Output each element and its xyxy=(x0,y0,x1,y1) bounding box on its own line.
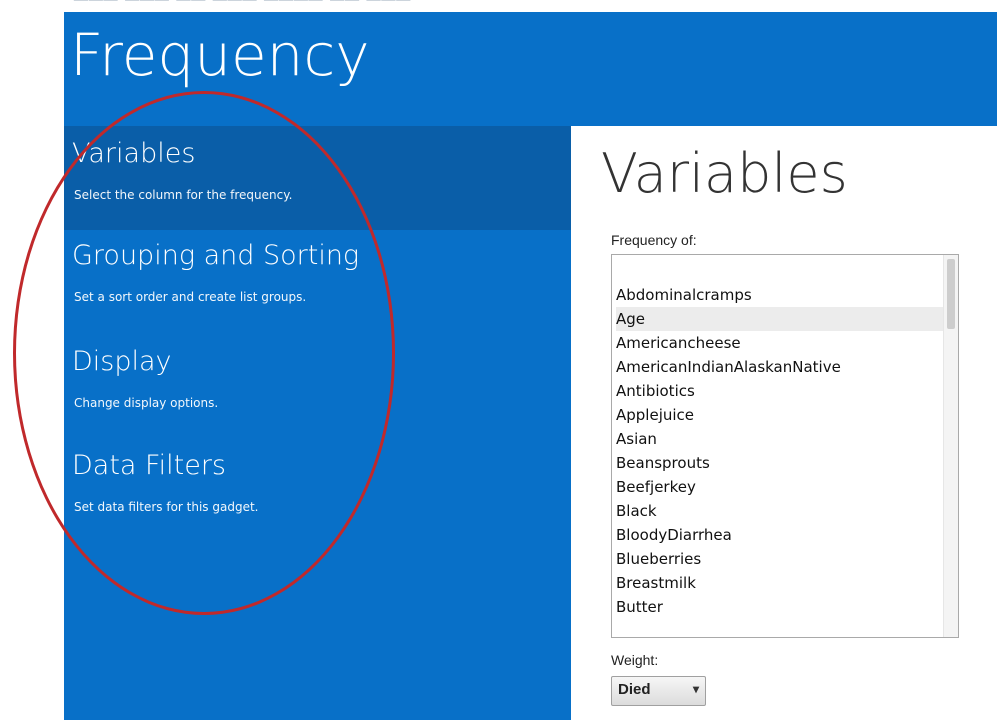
sidebar-item-description: Set data filters for this gadget. xyxy=(74,500,259,514)
list-item[interactable]: Black xyxy=(616,499,958,523)
list-item[interactable]: Blueberries xyxy=(616,547,958,571)
sidebar-item-data-filters[interactable]: Data Filters Set data filters for this g… xyxy=(64,440,571,546)
sidebar-item-title: Variables xyxy=(72,138,196,169)
list-item[interactable]: Butter xyxy=(616,595,958,619)
title-strip-text: ▀▀▀ ▀▀▀ ▀▀ ▀▀▀ ▀▀▀▀ ▀▀ ▀▀▀ xyxy=(74,0,412,12)
sidebar: Variables Select the column for the freq… xyxy=(64,126,571,720)
sidebar-item-title: Grouping and Sorting xyxy=(72,240,360,271)
content-panel: Variables Frequency of: Abdominalcramps A… xyxy=(571,126,997,720)
weight-selected-value: Died xyxy=(618,681,651,698)
sidebar-item-title: Display xyxy=(72,346,172,377)
list-item[interactable]: BloodyDiarrhea xyxy=(616,523,958,547)
title-strip: ▀▀▀ ▀▀▀ ▀▀ ▀▀▀ ▀▀▀▀ ▀▀ ▀▀▀ xyxy=(64,0,997,12)
list-item[interactable]: Beefjerkey xyxy=(616,475,958,499)
sidebar-item-grouping-and-sorting[interactable]: Grouping and Sorting Set a sort order an… xyxy=(64,230,571,336)
app-header: Frequency xyxy=(64,12,997,126)
list-item[interactable]: Breastmilk xyxy=(616,571,958,595)
list-item[interactable]: Antibiotics xyxy=(616,379,958,403)
list-item[interactable]: AmericanIndianAlaskanNative xyxy=(616,355,958,379)
scrollbar-thumb[interactable] xyxy=(947,259,955,329)
sidebar-item-variables[interactable]: Variables Select the column for the freq… xyxy=(64,126,571,230)
window-gutter xyxy=(0,0,64,720)
list-item[interactable]: Asian xyxy=(616,427,958,451)
weight-label: Weight: xyxy=(611,652,659,668)
weight-select[interactable]: Died ▾ xyxy=(611,676,706,706)
sidebar-item-display[interactable]: Display Change display options. xyxy=(64,336,571,440)
chevron-down-icon: ▾ xyxy=(692,682,699,696)
sidebar-item-description: Select the column for the frequency. xyxy=(74,188,293,202)
list-item[interactable]: Beansprouts xyxy=(616,451,958,475)
list-scrollbar[interactable] xyxy=(943,255,958,637)
sidebar-item-description: Change display options. xyxy=(74,396,219,410)
section-title: Variables xyxy=(601,142,848,205)
frequency-variable-list[interactable]: Abdominalcramps Age Americancheese American… xyxy=(611,254,959,638)
page-title: Frequency xyxy=(70,21,370,89)
list-item[interactable]: Americancheese xyxy=(616,331,958,355)
sidebar-item-description: Set a sort order and create list groups. xyxy=(74,290,307,304)
frequency-of-label: Frequency of: xyxy=(611,232,697,248)
sidebar-item-title: Data Filters xyxy=(72,450,226,481)
list-item[interactable]: Age xyxy=(616,307,958,331)
list-item[interactable]: Abdominalcramps xyxy=(616,283,958,307)
list-item[interactable]: Applejuice xyxy=(616,403,958,427)
variable-list-items: Abdominalcramps Age Americancheese American… xyxy=(616,283,958,619)
